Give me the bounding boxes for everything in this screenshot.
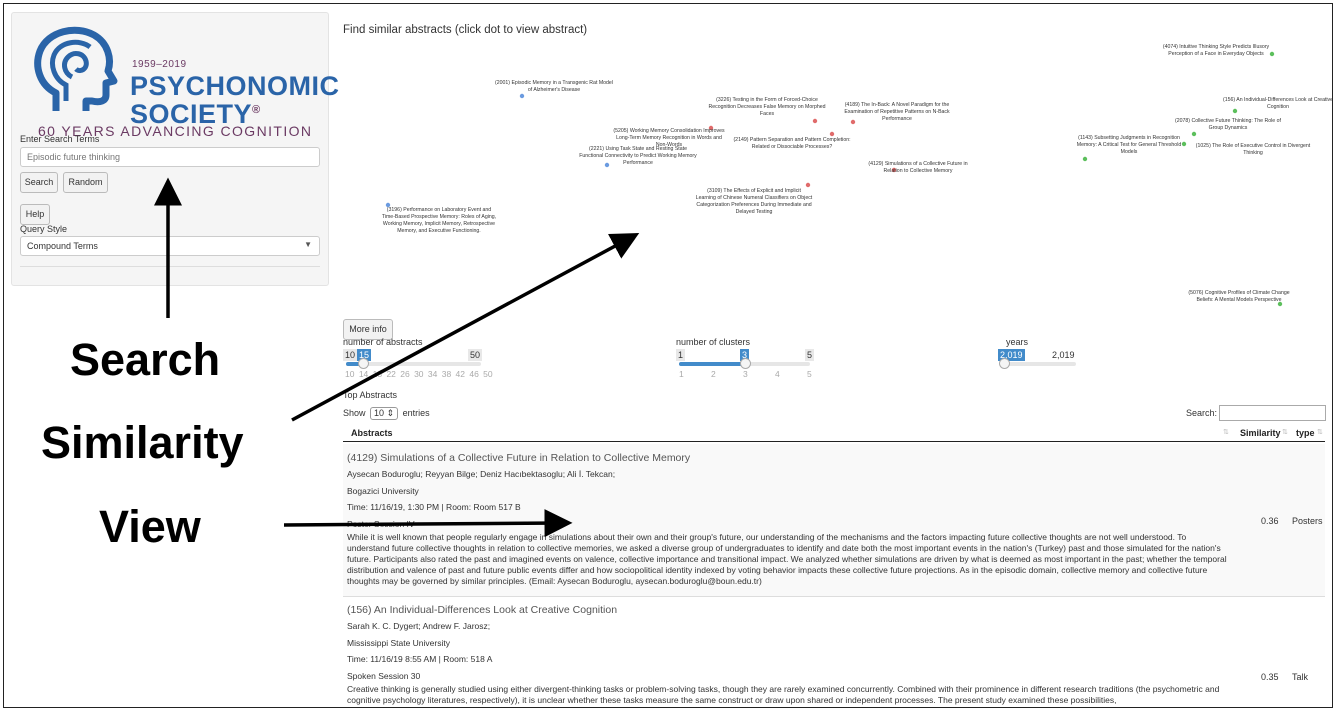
- scatter-point-label: (4074) Intuitive Thinking Style Predicts…: [1163, 44, 1270, 57]
- type-value: Posters: [1292, 516, 1323, 526]
- annotation-view: View: [99, 501, 201, 552]
- col-similarity[interactable]: Similarity: [1240, 428, 1281, 438]
- abstract-authors: Aysecan Boduroglu; Reyyan Bilge; Deniz H…: [347, 469, 616, 479]
- scatter-point[interactable]: [1232, 108, 1238, 114]
- scatter-point[interactable]: [1191, 131, 1197, 137]
- entries-select[interactable]: 10 ⇕: [370, 407, 399, 420]
- abstract-text: Creative thinking is generally studied u…: [347, 684, 1220, 705]
- abstract-session: Poster Session IV: [347, 519, 415, 529]
- abstract-time: Time: 11/16/19 8:55 AM | Room: 518 A: [347, 654, 493, 664]
- table-search-input[interactable]: [1219, 405, 1326, 421]
- scatter-point[interactable]: [805, 182, 811, 188]
- table-header: Abstracts ⇅ Similarity ⇅ type ⇅: [343, 425, 1325, 442]
- scatter-point[interactable]: [1082, 156, 1088, 162]
- clusters-min-tag: 1: [676, 349, 686, 361]
- annotation-similarity: Similarity: [41, 417, 244, 468]
- show-entries: Show 10 ⇕ entries: [343, 407, 430, 420]
- show-suffix: entries: [402, 408, 430, 418]
- clusters-tick-5: 5: [807, 369, 812, 379]
- scatter-point[interactable]: [812, 118, 818, 124]
- scatter-point[interactable]: [1181, 141, 1187, 147]
- sort-icon[interactable]: ⇅: [1317, 428, 1323, 436]
- abstracts-slider-ticks: 10 14 18 22 26 30 34 38 42 46 50: [345, 369, 493, 379]
- scatter-point-label: (5205) Working Memory Consolidation Impr…: [613, 128, 725, 148]
- similarity-scatter-plot: (2001) Episodic Memory in a Transgenic R…: [382, 44, 1333, 307]
- table-search-label: Search:: [1186, 408, 1218, 418]
- sort-icon[interactable]: ⇅: [1282, 428, 1288, 436]
- show-prefix: Show: [343, 408, 366, 418]
- scatter-point-label: (2149) Pattern Separation and Pattern Co…: [733, 137, 850, 150]
- col-abstracts[interactable]: Abstracts: [351, 428, 393, 438]
- clusters-slider-label: number of clusters: [676, 337, 751, 347]
- app-frame: 1959–2019 PSYCHONOMIC SOCIETY® 60 YEARS …: [3, 3, 1333, 708]
- abstract-session: Spoken Session 30: [347, 671, 421, 681]
- table-row[interactable]: (156) An Individual-Differences Look at …: [343, 598, 1325, 707]
- scatter-point-label: (4189) The In-Back: A Novel Paradigm for…: [844, 102, 950, 122]
- scatter-point[interactable]: [850, 119, 856, 125]
- clusters-tick-3: 3: [743, 369, 748, 379]
- sort-icon[interactable]: ⇅: [1223, 428, 1229, 436]
- years-slider-track[interactable]: [1004, 362, 1076, 366]
- abstract-authors: Sarah K. C. Dygert; Andrew F. Jarosz;: [347, 621, 491, 631]
- scatter-point[interactable]: [519, 93, 525, 99]
- abstract-title[interactable]: (4129) Simulations of a Collective Futur…: [347, 452, 690, 464]
- abstract-affiliation: Mississippi State University: [347, 638, 450, 648]
- abstracts-max-tag: 50: [468, 349, 483, 361]
- select-arrows-icon: ⇕: [386, 408, 395, 418]
- col-type[interactable]: type: [1296, 428, 1315, 438]
- years-slider-handle[interactable]: [999, 358, 1010, 369]
- scatter-point[interactable]: [604, 162, 610, 168]
- top-abstracts-label: Top Abstracts: [343, 390, 398, 400]
- scatter-point-label: (4129) Simulations of a Collective Futur…: [868, 161, 967, 174]
- abstract-title[interactable]: (156) An Individual-Differences Look at …: [347, 604, 617, 616]
- clusters-tick-2: 2: [711, 369, 716, 379]
- years-slider-label: years: [1006, 337, 1029, 347]
- scatter-point-label: (2221) Using Task State and Resting Stat…: [579, 146, 697, 166]
- scatter-point-label: (3196) Performance on Laboratory Event a…: [382, 207, 496, 234]
- scatter-point-label: (1143) Subsetting Judgments in Recogniti…: [1077, 135, 1182, 155]
- abstract-time: Time: 11/16/19, 1:30 PM | Room: Room 517…: [347, 502, 521, 512]
- scatter-point-label: (156) An Individual-Differences Look at …: [1223, 97, 1333, 110]
- abstract-affiliation: Bogazici University: [347, 486, 419, 496]
- clusters-slider-handle[interactable]: [739, 358, 751, 369]
- entries-select-value: 10: [374, 408, 385, 418]
- abstracts-min-tag: 10: [343, 349, 358, 361]
- scatter-point-label: (1025) The Role of Executive Control in …: [1196, 143, 1311, 156]
- similarity-value: 0.35: [1261, 672, 1279, 682]
- abstracts-slider-handle[interactable]: [357, 358, 369, 369]
- annotation-search: Search: [70, 334, 221, 385]
- clusters-tick-1: 1: [679, 369, 684, 379]
- scatter-point[interactable]: [1269, 51, 1275, 57]
- abstract-text: While it is well known that people regul…: [347, 532, 1227, 586]
- clusters-max-tag: 5: [805, 349, 815, 361]
- clusters-tick-4: 4: [775, 369, 780, 379]
- scatter-point-label: (5076) Cognitive Profiles of Climate Cha…: [1188, 290, 1289, 303]
- scatter-point-label: (3109) The Effects of Explicit and Impli…: [696, 188, 813, 215]
- type-value: Talk: [1292, 672, 1309, 682]
- years-max-tag: 2,019: [1052, 350, 1075, 360]
- scatter-point[interactable]: [829, 131, 835, 137]
- similarity-value: 0.36: [1261, 516, 1279, 526]
- clusters-slider-fill: [679, 362, 745, 366]
- scatter-point-label: (3226) Testing in the Form of Forced-Cho…: [708, 97, 825, 117]
- scatter-point-label: (2078) Collective Future Thinking: The R…: [1175, 118, 1281, 131]
- abstracts-slider-label: number of abstracts: [343, 337, 423, 347]
- scatter-point-label: (2001) Episodic Memory in a Transgenic R…: [495, 80, 613, 93]
- table-row[interactable]: (4129) Simulations of a Collective Futur…: [343, 444, 1325, 597]
